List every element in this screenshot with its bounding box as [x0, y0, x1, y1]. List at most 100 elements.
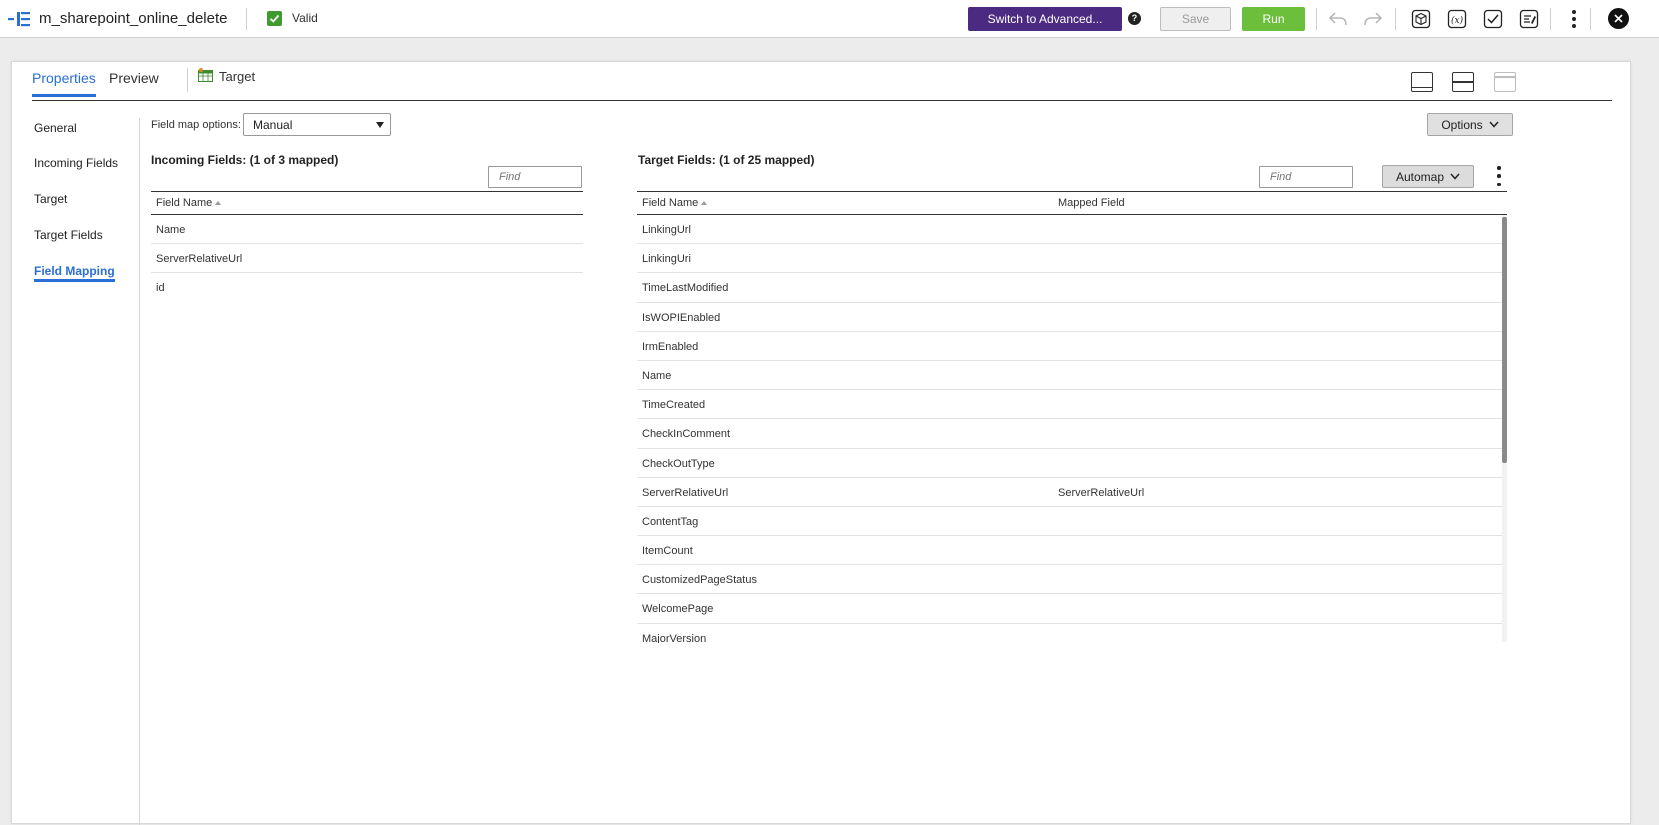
target-field-name: ItemCount	[642, 545, 693, 558]
target-table-scrollbar-thumb[interactable]	[1502, 217, 1507, 463]
incoming-fields-title: Incoming Fields: (1 of 3 mapped)	[151, 153, 339, 167]
tab-target[interactable]: Target	[198, 68, 255, 85]
tab-divider	[187, 68, 188, 92]
layout-maximize-panel-icon[interactable]	[1494, 72, 1516, 92]
toolbar-divider	[1316, 8, 1317, 30]
incoming-col-field-name[interactable]: Field Name	[156, 197, 222, 209]
target-field-name: ContentTag	[642, 515, 699, 528]
incoming-field-name: Name	[156, 224, 186, 236]
toolbar-divider	[246, 8, 247, 30]
help-icon[interactable]: ?	[1128, 12, 1141, 25]
validate-icon[interactable]	[1481, 7, 1505, 31]
tabs-underline	[32, 100, 1612, 101]
target-fields-title: Target Fields: (1 of 25 mapped)	[638, 153, 815, 167]
sort-ascending-icon	[701, 201, 708, 205]
sidebar-item-field-mapping[interactable]: Field Mapping	[34, 264, 115, 282]
sidebar-divider	[139, 118, 140, 825]
table-row[interactable]: IsWOPIEnabled	[637, 303, 1507, 332]
switch-to-advanced-button[interactable]: Switch to Advanced...	[968, 7, 1122, 31]
table-row[interactable]: LinkingUrl	[637, 215, 1507, 245]
incoming-field-name: id	[156, 282, 165, 295]
target-field-name: IsWOPIEnabled	[642, 311, 721, 324]
options-button[interactable]: Options	[1427, 113, 1513, 136]
expression-icon[interactable]: (x)	[1445, 7, 1469, 31]
target-col-mapped-field[interactable]: Mapped Field	[1058, 197, 1125, 209]
target-field-name: MajorVersion	[642, 632, 707, 643]
target-field-name: LinkingUri	[642, 253, 691, 266]
status-label: Valid	[292, 11, 318, 25]
run-button[interactable]: Run	[1242, 7, 1305, 31]
table-row[interactable]: CheckOutType	[637, 449, 1507, 478]
incoming-find-input[interactable]	[488, 166, 582, 188]
target-field-name: IrmEnabled	[642, 340, 699, 353]
incoming-fields-table: Field Name Name ServerRelativeUrl id	[151, 191, 583, 301]
table-row[interactable]: Name	[151, 215, 583, 245]
incoming-table-header: Field Name	[151, 191, 583, 215]
target-col-field-name-label: Field Name	[642, 197, 699, 209]
field-map-options-select[interactable]: Manual	[243, 113, 391, 136]
target-field-name: ServerRelativeUrl	[642, 486, 729, 499]
table-row[interactable]: CustomizedPageStatus	[637, 565, 1507, 595]
undo-icon[interactable]	[1326, 7, 1350, 31]
mapping-icon	[8, 11, 30, 27]
target-field-name: CheckInComment	[642, 428, 731, 441]
svg-text:(x): (x)	[1451, 15, 1464, 26]
dropdown-caret-icon	[376, 122, 384, 128]
automap-button[interactable]: Automap	[1382, 165, 1474, 188]
parameters-icon[interactable]	[1517, 7, 1541, 31]
top-toolbar: m_sharepoint_online_delete Valid Switch …	[0, 0, 1659, 38]
target-find-input[interactable]	[1259, 166, 1353, 188]
table-row[interactable]: TimeLastModified	[637, 273, 1507, 303]
field-map-selected-value: Manual	[253, 118, 293, 132]
table-row[interactable]: ServerRelativeUrl ServerRelativeUrl	[637, 478, 1507, 507]
chevron-down-icon	[1450, 173, 1460, 180]
target-field-name: LinkingUrl	[642, 224, 691, 236]
target-table-icon	[198, 68, 213, 85]
table-row[interactable]: ServerRelativeUrl	[151, 244, 583, 274]
sidebar-item-general[interactable]: General	[34, 121, 77, 135]
tab-target-label: Target	[219, 69, 256, 84]
redo-icon[interactable]	[1361, 7, 1385, 31]
table-row[interactable]: LinkingUri	[637, 244, 1507, 274]
field-map-options-label: Field map options:	[151, 119, 241, 131]
target-field-name: CustomizedPageStatus	[642, 574, 757, 587]
target-field-name: TimeLastModified	[642, 282, 729, 295]
layout-bottom-panel-icon[interactable]	[1411, 72, 1433, 92]
table-row[interactable]: TimeCreated	[637, 390, 1507, 420]
target-more-menu-icon[interactable]	[1495, 166, 1503, 186]
tab-preview[interactable]: Preview	[109, 70, 159, 94]
chevron-down-icon	[1489, 121, 1499, 128]
more-menu-icon[interactable]	[1562, 7, 1586, 31]
tab-properties[interactable]: Properties	[32, 70, 96, 97]
table-row[interactable]: WelcomePage	[637, 594, 1507, 624]
incoming-field-name: ServerRelativeUrl	[156, 253, 243, 266]
options-button-label: Options	[1441, 117, 1483, 132]
mapped-field-cell: ServerRelativeUrl	[1058, 486, 1145, 499]
layout-split-panel-icon[interactable]	[1452, 72, 1474, 92]
sidebar-item-target-fields[interactable]: Target Fields	[34, 228, 103, 242]
valid-check-icon	[267, 11, 282, 26]
table-row[interactable]: CheckInComment	[637, 419, 1507, 449]
table-row[interactable]: ContentTag	[637, 507, 1507, 537]
mapping-title: m_sharepoint_online_delete	[39, 10, 228, 27]
object-cube-icon[interactable]	[1409, 7, 1433, 31]
target-table-header: Field Name Mapped Field	[637, 191, 1507, 215]
target-field-name: WelcomePage	[642, 603, 714, 616]
save-button[interactable]: Save	[1160, 7, 1231, 31]
target-field-name: TimeCreated	[642, 399, 706, 412]
table-row[interactable]: id	[151, 273, 583, 301]
automap-button-label: Automap	[1395, 169, 1445, 184]
toolbar-divider	[1550, 8, 1551, 30]
sidebar-item-incoming-fields[interactable]: Incoming Fields	[34, 156, 118, 170]
table-row[interactable]: MajorVersion	[637, 624, 1507, 643]
table-row[interactable]: ItemCount	[637, 536, 1507, 566]
table-row[interactable]: Name	[637, 361, 1507, 391]
table-row[interactable]: IrmEnabled	[637, 332, 1507, 361]
close-icon[interactable]	[1608, 8, 1629, 29]
sidebar-item-target[interactable]: Target	[34, 192, 67, 206]
toolbar-divider	[1395, 8, 1396, 30]
toolbar-divider	[1590, 8, 1591, 30]
target-field-name: Name	[642, 369, 672, 382]
incoming-col-field-name-label: Field Name	[156, 197, 213, 209]
target-col-field-name[interactable]: Field Name	[642, 197, 708, 209]
